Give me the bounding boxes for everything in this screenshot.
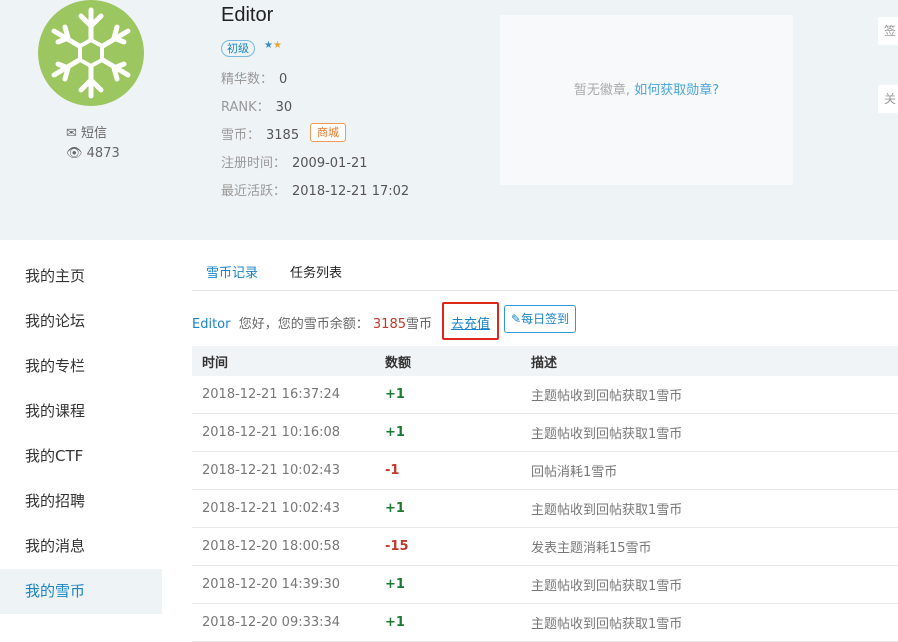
cell-desc: 主题帖收到回帖获取1雪币: [531, 565, 898, 604]
balance-unit: 雪币: [406, 317, 433, 332]
sidebar-item-home[interactable]: 我的主页: [0, 254, 162, 299]
sidebar-item-forum[interactable]: 我的论坛: [0, 299, 162, 344]
envelope-icon: ✉: [66, 126, 77, 141]
register-value: 2009-01-21: [292, 156, 368, 171]
cell-desc: 发表主题消耗15雪币: [531, 527, 898, 566]
checkin-label: 每日签到: [521, 312, 570, 326]
sidebar-item-column[interactable]: 我的专栏: [0, 344, 162, 389]
table-row: 2018-12-20 14:39:30 +1 主题帖收到回帖获取1雪币: [192, 565, 898, 604]
active-row: 最近活跃： 2018-12-21 17:02: [221, 180, 409, 199]
table-row: 2018-12-21 10:02:43 +1 主题帖收到回帖获取1雪币: [192, 489, 898, 528]
tab-divider: [192, 290, 898, 291]
cell-desc: 主题帖收到回帖获取1雪币: [531, 376, 898, 414]
sidebar-item-ctf[interactable]: 我的CTF: [0, 434, 162, 479]
column-header-amount: 数额: [375, 346, 531, 376]
sidebar-item-coins[interactable]: 我的雪币: [0, 569, 162, 614]
rank-stars-icon: ★★: [264, 40, 282, 51]
active-value: 2018-12-21 17:02: [292, 184, 410, 199]
message-label: 短信: [81, 126, 108, 141]
cell-desc: 回帖消耗1雪币: [531, 451, 898, 490]
views-count: 👁 4873: [66, 146, 120, 161]
eye-icon: 👁: [66, 146, 83, 161]
rank-value: 30: [275, 100, 293, 115]
cell-time: 2018-12-20 14:39:30: [192, 565, 375, 604]
cell-amount: +1: [375, 489, 531, 528]
essence-value: 0: [279, 72, 288, 87]
cell-time: 2018-12-21 16:37:24: [192, 376, 375, 414]
cell-amount: +1: [375, 565, 531, 604]
daily-checkin-button[interactable]: ✎每日签到: [504, 305, 577, 333]
cell-amount: -1: [375, 451, 531, 490]
balance-text: 您好，您的雪币余额：: [238, 317, 369, 332]
cell-desc: 主题帖收到回帖获取1雪币: [531, 489, 898, 528]
message-link[interactable]: ✉ 短信: [66, 122, 107, 141]
recharge-highlight-box: [442, 302, 499, 340]
tab-coin-records[interactable]: 雪币记录: [206, 262, 258, 281]
table-row: 2018-12-20 18:00:58 -15 发表主题消耗15雪币: [192, 527, 898, 566]
balance-amount: 3185: [372, 317, 406, 332]
cell-amount: +1: [375, 413, 531, 452]
cell-amount: +1: [375, 376, 531, 414]
table-row: 2018-12-21 10:16:08 +1 主题帖收到回帖获取1雪币: [192, 413, 898, 452]
balance-username[interactable]: Editor: [192, 317, 230, 332]
coin-records-table: 时间 数额 描述 2018-12-21 16:37:24 +1 主题帖收到回帖获…: [192, 346, 898, 642]
level-badge: 初级: [221, 40, 255, 57]
follow-side-button[interactable]: 关: [878, 85, 898, 113]
table-row: 2018-12-21 10:02:43 -1 回帖消耗1雪币: [192, 451, 898, 490]
cell-time: 2018-12-21 10:02:43: [192, 489, 375, 528]
sidebar-item-messages[interactable]: 我的消息: [0, 524, 162, 569]
cell-desc: 主题帖收到回帖获取1雪币: [531, 413, 898, 452]
balance-line: Editor 您好，您的雪币余额： 3185雪币: [192, 313, 432, 332]
badge-empty-text: 暂无徽章, 如何获取勋章?: [500, 79, 793, 98]
cell-time: 2018-12-21 10:02:43: [192, 451, 375, 490]
sidebar-item-jobs[interactable]: 我的招聘: [0, 479, 162, 524]
cell-amount: +1: [375, 603, 531, 642]
coins-label: 雪币：: [221, 128, 261, 143]
cell-time: 2018-12-20 18:00:58: [192, 527, 375, 566]
cell-time: 2018-12-20 09:33:34: [192, 603, 375, 642]
register-row: 注册时间： 2009-01-21: [221, 152, 368, 171]
cell-amount: -15: [375, 527, 531, 566]
badge-howto-link[interactable]: 如何获取勋章?: [634, 83, 719, 98]
essence-row: 精华数： 0: [221, 68, 287, 87]
column-header-time: 时间: [192, 346, 375, 376]
badge-panel: 暂无徽章, 如何获取勋章?: [500, 15, 793, 185]
table-row: 2018-12-20 09:33:34 +1 主题帖收到回帖获取1雪币: [192, 603, 898, 642]
edit-icon: ✎: [511, 312, 522, 326]
cell-desc: 主题帖收到回帖获取1雪币: [531, 603, 898, 642]
table-row: 2018-12-21 16:37:24 +1 主题帖收到回帖获取1雪币: [192, 376, 898, 414]
cell-time: 2018-12-21 10:16:08: [192, 413, 375, 452]
coins-row: 雪币： 3185: [221, 124, 299, 143]
essence-label: 精华数：: [221, 72, 274, 87]
active-label: 最近活跃：: [221, 184, 287, 199]
badge-empty-label: 暂无徽章,: [573, 83, 631, 98]
username: Editor: [221, 4, 274, 26]
sidebar: 我的主页 我的论坛 我的专栏 我的课程 我的CTF 我的招聘 我的消息 我的雪币: [0, 254, 162, 614]
views-value: 4873: [86, 146, 120, 161]
tab-task-list[interactable]: 任务列表: [290, 262, 342, 281]
profile-header: ✉ 短信 👁 4873 Editor 初级 ★★ 精华数： 0 RANK： 30 雪…: [0, 0, 898, 240]
snowflake-logo-icon: [51, 7, 131, 99]
register-label: 注册时间：: [221, 156, 287, 171]
shop-button[interactable]: 商城: [310, 123, 346, 142]
column-header-desc: 描述: [531, 346, 898, 376]
table-header-row: 时间 数额 描述: [192, 346, 898, 376]
avatar[interactable]: [38, 0, 144, 106]
rank-label: RANK：: [221, 100, 270, 115]
rank-row: RANK： 30: [221, 96, 292, 115]
sidebar-item-courses[interactable]: 我的课程: [0, 389, 162, 434]
coins-value: 3185: [266, 128, 300, 143]
checkin-side-button[interactable]: 签: [878, 17, 898, 45]
